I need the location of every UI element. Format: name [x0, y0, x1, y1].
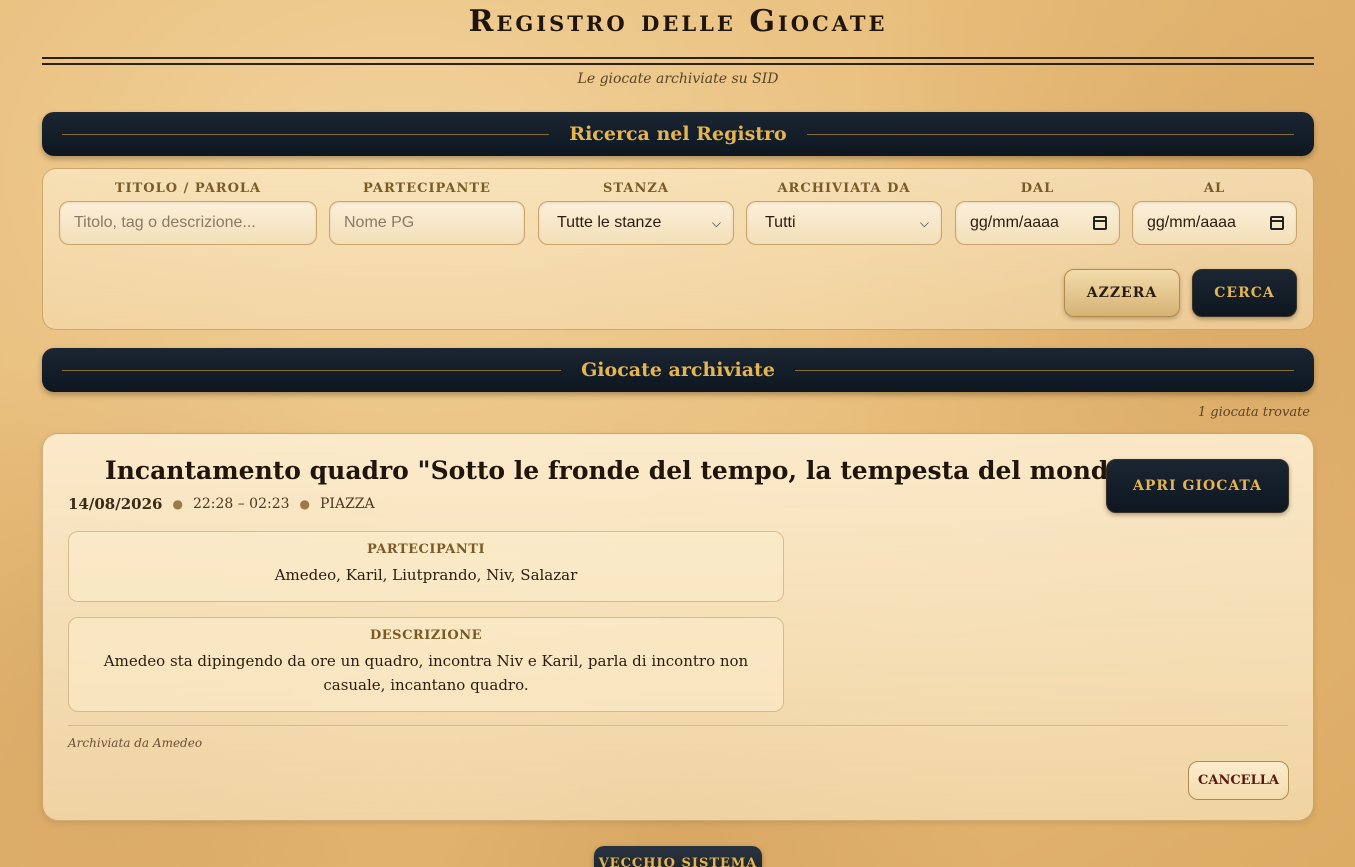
delete-button[interactable]: CANCELLA: [1188, 761, 1289, 800]
chevron-down-icon: ⌵: [711, 215, 721, 230]
archived-by-select-value: Tutti: [765, 214, 796, 231]
result-room: PIAZZA: [320, 496, 375, 512]
archived-by-field: ARCHIVIATA DA Tutti ⌵: [746, 181, 942, 245]
result-date: 14/08/2026: [68, 495, 163, 513]
from-date-label: DAL: [1020, 181, 1055, 196]
participant-input[interactable]: Nome PG: [329, 201, 525, 245]
search-button[interactable]: CERCA: [1192, 269, 1297, 317]
room-label: STANZA: [603, 181, 669, 196]
participants-label: PARTECIPANTI: [366, 542, 486, 557]
separator-dot: ●: [299, 497, 311, 511]
to-date-field: AL gg/mm/aaaa: [1132, 181, 1297, 245]
participants-box: PARTECIPANTI Amedeo, Karil, Liutprando, …: [68, 531, 784, 602]
page-title: Registro delle Giocate: [468, 4, 888, 39]
to-date-input[interactable]: gg/mm/aaaa: [1132, 201, 1297, 245]
from-date-field: DAL gg/mm/aaaa: [955, 181, 1120, 245]
to-date-label: AL: [1203, 181, 1226, 196]
page-wrapper: Registro delle Giocate Le giocate archiv…: [42, 0, 1314, 821]
search-panel: TITOLO / PAROLA Titolo, tag o descrizion…: [42, 168, 1314, 330]
title-search-input[interactable]: Titolo, tag o descrizione...: [59, 201, 317, 245]
separator-dot: ●: [172, 497, 183, 511]
open-game-button[interactable]: APRI GIOCATA: [1106, 459, 1289, 513]
description-label: DESCRIZIONE: [370, 628, 482, 643]
room-select[interactable]: Tutte le stanze ⌵: [538, 201, 734, 245]
search-section-header: Ricerca nel Registro: [42, 112, 1314, 156]
reset-button[interactable]: AZZERA: [1064, 269, 1180, 317]
participant-label: PARTECIPANTE: [363, 181, 491, 196]
calendar-icon[interactable]: [1270, 216, 1284, 230]
calendar-icon[interactable]: [1093, 216, 1107, 230]
room-select-value: Tutte le stanze: [557, 214, 662, 231]
archived-by-text: Archiviata da Amedeo: [68, 736, 203, 750]
divider: [62, 369, 562, 371]
page-subtitle: Le giocate archiviate su SID: [577, 71, 779, 87]
room-field: STANZA Tutte le stanze ⌵: [538, 181, 734, 245]
from-date-value: gg/mm/aaaa: [970, 214, 1059, 231]
results-section-header: Giocate archiviate: [42, 348, 1314, 392]
from-date-input[interactable]: gg/mm/aaaa: [955, 201, 1120, 245]
old-system-button[interactable]: VECCHIO SISTEMA: [594, 846, 762, 867]
participants-value: Amedeo, Karil, Liutprando, Niv, Salazar: [274, 566, 578, 584]
card-divider: [68, 725, 1288, 726]
divider: [794, 369, 1294, 371]
results-count: 1 giocata trovate: [1197, 405, 1310, 420]
title-field: TITOLO / PAROLA Titolo, tag o descrizion…: [59, 181, 317, 245]
divider: [62, 133, 550, 135]
participant-field: PARTECIPANTE Nome PG: [329, 181, 525, 245]
result-time: 22:28 – 02:23: [192, 496, 290, 512]
archived-by-label: ARCHIVIATA DA: [777, 181, 911, 196]
search-section-title: Ricerca nel Registro: [569, 123, 787, 145]
title-divider: [42, 57, 1314, 65]
description-value: Amedeo sta dipingendo da ore un quadro, …: [103, 652, 749, 694]
divider: [806, 133, 1295, 135]
chevron-down-icon: ⌵: [919, 215, 929, 230]
result-meta: 14/08/2026 ● 22:28 – 02:23 ● PIAZZA: [68, 495, 375, 513]
results-section-title: Giocate archiviate: [581, 359, 775, 381]
result-title: Incantamento quadro "Sotto le fronde del…: [105, 456, 1139, 485]
result-card: Incantamento quadro "Sotto le fronde del…: [42, 433, 1314, 821]
title-label: TITOLO / PAROLA: [114, 181, 262, 196]
description-box: DESCRIZIONE Amedeo sta dipingendo da ore…: [68, 617, 784, 712]
to-date-value: gg/mm/aaaa: [1147, 214, 1236, 231]
archived-by-select[interactable]: Tutti ⌵: [746, 201, 942, 245]
